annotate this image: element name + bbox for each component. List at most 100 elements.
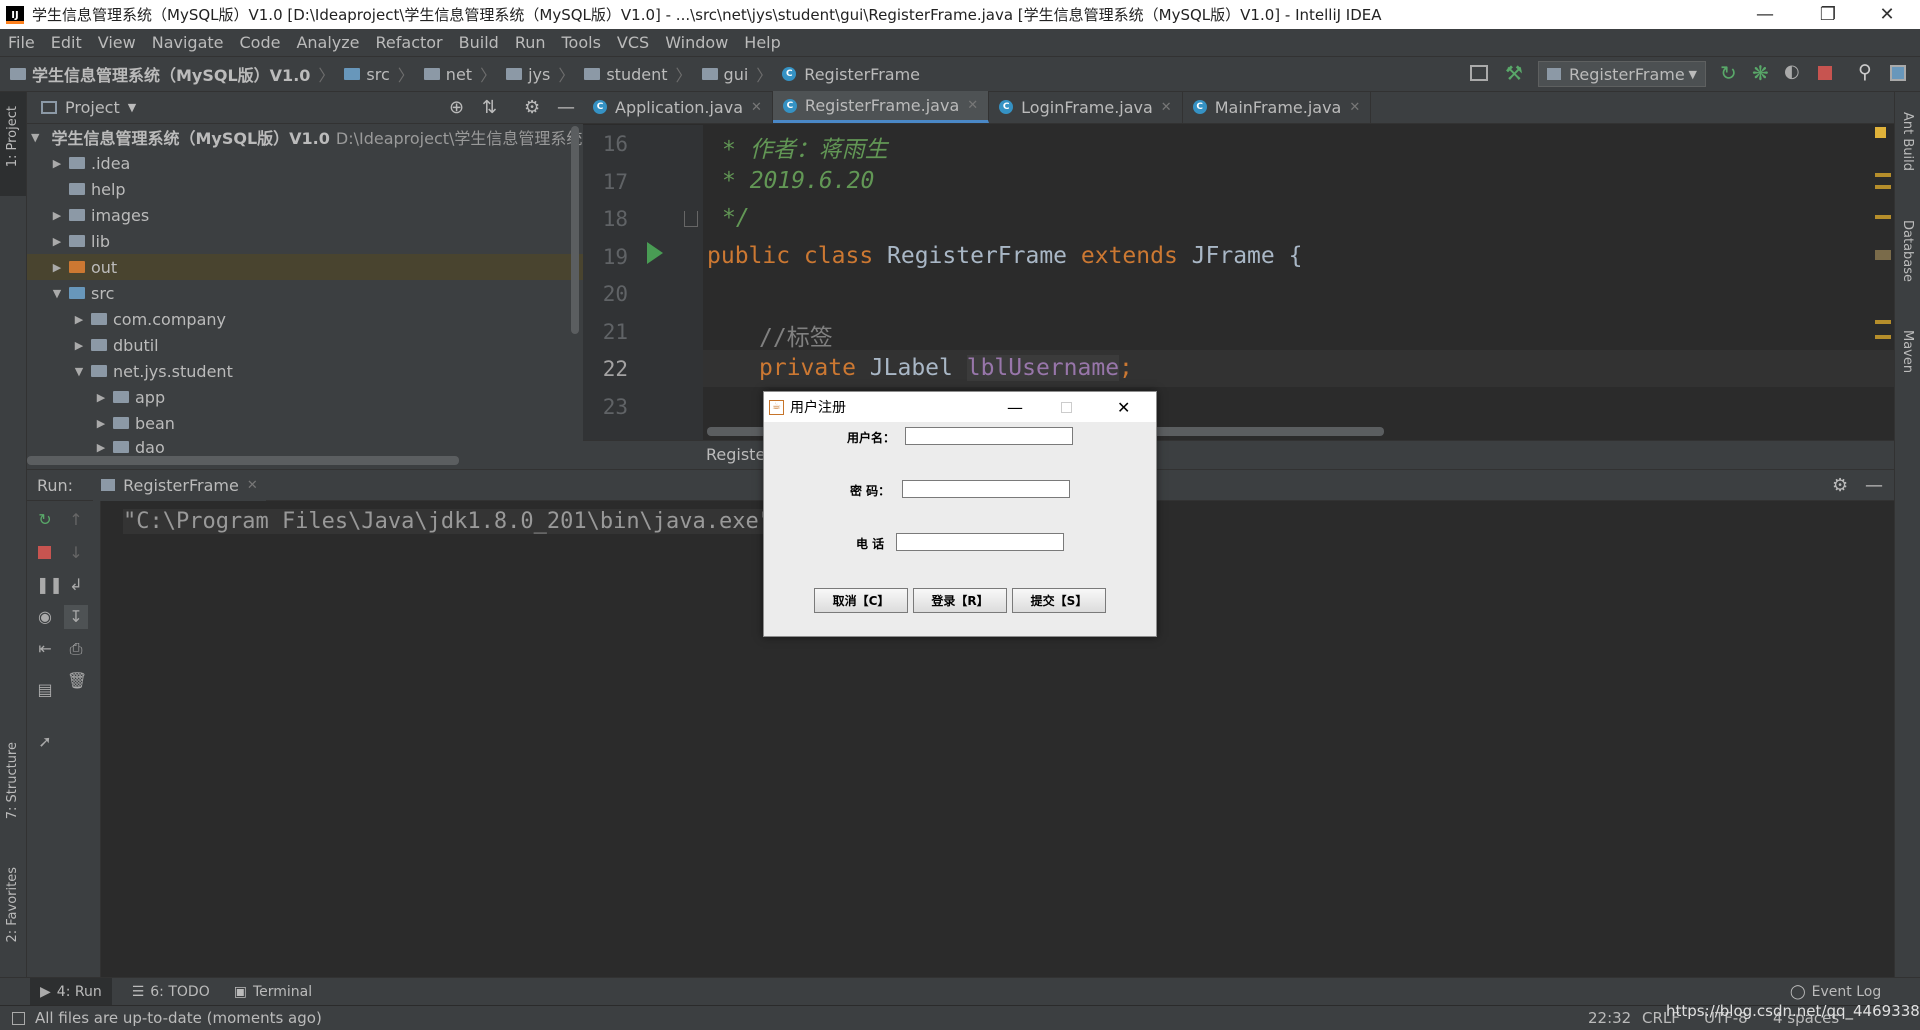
- stop-icon[interactable]: [1818, 66, 1832, 80]
- tab-run[interactable]: ▶ 4: Run: [30, 978, 112, 1005]
- breadcrumb-net[interactable]: net 〉: [423, 62, 496, 86]
- tree-item-com-company[interactable]: ▶ com.company: [27, 306, 583, 332]
- fold-icon[interactable]: [684, 211, 698, 227]
- project-panel-title[interactable]: Project: [65, 98, 120, 117]
- chevron-down-icon[interactable]: ▼: [128, 101, 136, 114]
- exit-icon[interactable]: ⇤: [36, 640, 54, 658]
- restore-button[interactable]: ❐: [1805, 0, 1851, 29]
- build-hammer-icon[interactable]: ⚒: [1505, 61, 1523, 85]
- scroll-to-end-icon[interactable]: ↧: [64, 605, 88, 629]
- breadcrumb-jys[interactable]: jys 〉: [506, 62, 574, 86]
- tool-ant-build[interactable]: Ant Build: [1900, 112, 1915, 171]
- breadcrumb-project[interactable]: 学生信息管理系统（MySQL版）V1.0 〉: [10, 62, 334, 86]
- coverage-icon[interactable]: ◐: [1784, 61, 1800, 82]
- tree-item-images[interactable]: ▶ images: [27, 202, 583, 228]
- layout-icon[interactable]: ▤: [36, 681, 54, 699]
- tree-item-net-jys-student[interactable]: ▼ net.jys.student: [27, 358, 583, 384]
- tree-root[interactable]: ▼ 学生信息管理系统（MySQL版）V1.0 D:\Ideaproject\学生…: [27, 124, 598, 150]
- collapse-all-icon[interactable]: ⇅: [482, 97, 497, 118]
- trash-icon[interactable]: 🗑: [67, 672, 87, 690]
- analysis-status-icon[interactable]: [1875, 127, 1886, 138]
- tree-item-dao[interactable]: ▶ dao: [27, 436, 583, 458]
- breadcrumb-file[interactable]: C RegisterFrame: [782, 65, 920, 84]
- tree-item-app[interactable]: ▶ app: [27, 384, 583, 410]
- pin-icon[interactable]: ➚: [36, 733, 54, 751]
- tree-item-bean[interactable]: ▶ bean: [27, 410, 583, 436]
- menu-file[interactable]: File: [8, 33, 35, 52]
- menu-run[interactable]: Run: [515, 33, 546, 52]
- minimize-button[interactable]: —: [1742, 0, 1788, 29]
- rerun-icon[interactable]: ↻: [36, 511, 54, 529]
- rerun-icon[interactable]: ↻: [1720, 61, 1737, 85]
- maximize-icon[interactable]: [1061, 401, 1072, 413]
- editor-breadcrumb-label[interactable]: Registe: [706, 445, 765, 464]
- breadcrumb-student[interactable]: student 〉: [584, 62, 692, 86]
- tool-project[interactable]: 1: Project: [5, 106, 20, 167]
- menu-navigate[interactable]: Navigate: [152, 33, 224, 52]
- gear-icon[interactable]: ⚙: [524, 97, 540, 118]
- gear-icon[interactable]: ⚙: [1832, 475, 1848, 496]
- menu-view[interactable]: View: [98, 33, 136, 52]
- phone-field[interactable]: [896, 533, 1064, 551]
- arrow-up-icon[interactable]: ↑: [67, 511, 85, 529]
- tab-loginframe-java[interactable]: C LoginFrame.java ✕: [989, 91, 1183, 123]
- run-gutter-icon[interactable]: [647, 242, 663, 264]
- event-log[interactable]: ◯ Event Log: [1790, 984, 1881, 1000]
- menu-help[interactable]: Help: [744, 33, 780, 52]
- tool-structure[interactable]: 7: Structure: [5, 742, 20, 819]
- tab-registerframe-java[interactable]: C RegisterFrame.java ✕: [772, 91, 990, 123]
- panel-toggle-icon[interactable]: [12, 1011, 25, 1025]
- menu-tools[interactable]: Tools: [562, 33, 601, 52]
- menu-window[interactable]: Window: [665, 33, 728, 52]
- horizontal-scrollbar[interactable]: [27, 456, 459, 465]
- soft-wrap-icon[interactable]: ↲: [67, 576, 85, 594]
- search-icon[interactable]: ⚲: [1858, 61, 1872, 83]
- breadcrumb-src[interactable]: src 〉: [344, 62, 414, 86]
- print-icon[interactable]: ⎙: [67, 640, 85, 658]
- close-icon[interactable]: ✕: [247, 478, 258, 493]
- caret-position[interactable]: 22:32: [1588, 1009, 1631, 1027]
- menu-analyze[interactable]: Analyze: [296, 33, 359, 52]
- menu-code[interactable]: Code: [240, 33, 281, 52]
- username-field[interactable]: [905, 427, 1073, 445]
- menu-vcs[interactable]: VCS: [617, 33, 649, 52]
- arrow-down-icon[interactable]: ↓: [67, 544, 85, 562]
- tree-item-lib[interactable]: ▶ lib: [27, 228, 583, 254]
- hide-icon[interactable]: —: [1865, 475, 1883, 496]
- locate-icon[interactable]: ⊕: [449, 97, 464, 118]
- close-icon[interactable]: ✕: [1161, 100, 1172, 115]
- tree-item-help[interactable]: help: [27, 176, 583, 202]
- login-button[interactable]: 登录【R】: [913, 588, 1007, 613]
- password-field[interactable]: [902, 480, 1070, 498]
- vertical-scrollbar[interactable]: [571, 126, 579, 334]
- submit-button[interactable]: 提交【S】: [1012, 588, 1106, 613]
- tree-item-idea[interactable]: ▶ .idea: [27, 150, 583, 176]
- cancel-button[interactable]: 取消【C】: [814, 588, 908, 613]
- tab-mainframe-java[interactable]: C MainFrame.java ✕: [1183, 91, 1372, 123]
- tab-application-java[interactable]: C Application.java ✕: [583, 91, 773, 123]
- run-config-select[interactable]: RegisterFrame ▼: [1538, 61, 1706, 87]
- close-window-button[interactable]: ✕: [1864, 0, 1910, 29]
- tree-item-out[interactable]: ▶ out: [27, 254, 583, 280]
- pause-icon[interactable]: ❚❚: [36, 576, 63, 594]
- tool-maven[interactable]: Maven: [1900, 330, 1915, 373]
- tool-favorites[interactable]: 2: Favorites: [5, 867, 20, 943]
- close-icon[interactable]: ✕: [1349, 100, 1360, 115]
- menu-refactor[interactable]: Refactor: [376, 33, 443, 52]
- close-icon[interactable]: ✕: [967, 98, 978, 113]
- breadcrumb-gui[interactable]: gui 〉: [701, 62, 772, 86]
- tool-database[interactable]: Database: [1900, 220, 1915, 282]
- layout-icon[interactable]: [1470, 65, 1488, 81]
- hide-icon[interactable]: —: [557, 97, 575, 118]
- run-tab[interactable]: RegisterFrame ✕: [93, 469, 266, 501]
- camera-icon[interactable]: ◉: [36, 608, 54, 626]
- minimize-icon[interactable]: —: [1007, 398, 1023, 417]
- tab-terminal[interactable]: ▣ Terminal: [234, 984, 312, 1000]
- close-icon[interactable]: ✕: [751, 100, 762, 115]
- menu-build[interactable]: Build: [459, 33, 499, 52]
- tree-item-src[interactable]: ▼ src: [27, 280, 583, 306]
- debug-icon[interactable]: ❋: [1752, 61, 1769, 85]
- project-structure-icon[interactable]: [1890, 65, 1906, 81]
- tab-todo[interactable]: ☰ 6: TODO: [132, 984, 210, 1000]
- menu-edit[interactable]: Edit: [51, 33, 82, 52]
